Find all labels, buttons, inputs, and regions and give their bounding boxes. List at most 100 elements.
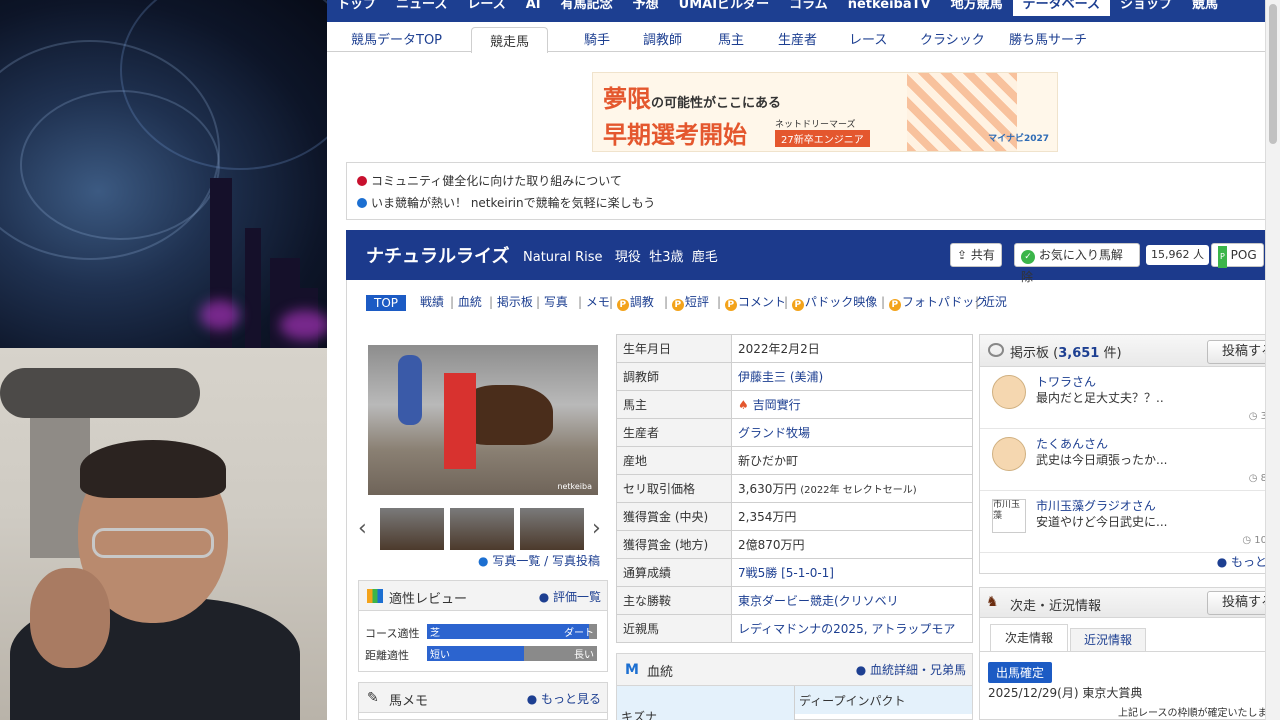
post-user[interactable]: たくあんさん: [1036, 435, 1108, 452]
photo-thumbnail[interactable]: [450, 508, 514, 550]
profile-value[interactable]: 伊藤圭三 (美浦): [731, 362, 973, 391]
tab-recent-info[interactable]: 近況情報: [1070, 628, 1146, 652]
tab-top[interactable]: TOP: [366, 295, 407, 311]
board-post[interactable]: トワラさん最内だと足大丈夫？？..◷ 3分: [980, 367, 1280, 429]
scrollbar-thumb[interactable]: [1269, 4, 1277, 144]
profile-table: 生年月日 2022年2月2日 調教師 伊藤圭三 (美浦) 馬主 ♠ 吉岡實行 生産者 グランド…: [616, 334, 973, 643]
post-message: 武史は今日頑張ったか...: [1036, 453, 1168, 467]
global-nav-item[interactable]: コラム: [779, 0, 838, 16]
global-nav-item[interactable]: AI: [516, 0, 551, 16]
tab-item[interactable]: | 写真: [536, 293, 568, 310]
profile-value[interactable]: 東京ダービー競走(クリソベリ: [731, 586, 973, 615]
photo-thumbnail[interactable]: [380, 508, 444, 550]
distance-left-label: 短い: [430, 650, 450, 661]
memo-more-link[interactable]: ● もっと見る: [527, 690, 601, 707]
tab-label: 近況: [982, 295, 1007, 309]
webcam-feed: [0, 348, 327, 720]
distance-label: 距離適性: [365, 649, 409, 662]
global-nav-item[interactable]: トップ: [327, 0, 386, 16]
profile-value-text[interactable]: グランド牧場: [738, 426, 810, 440]
profile-value-text[interactable]: 吉岡實行: [753, 398, 801, 412]
sub-nav-item[interactable]: レース: [849, 29, 887, 48]
sub-nav-item[interactable]: 競走馬: [471, 27, 549, 53]
global-nav-item[interactable]: 有馬記念: [551, 0, 623, 16]
post-user[interactable]: 市川玉藻グラジオさん: [1036, 497, 1156, 514]
profile-key: 獲得賞金 (地方): [616, 530, 732, 559]
sub-nav-item[interactable]: 馬主: [718, 29, 744, 48]
global-nav-item[interactable]: 地方競馬: [941, 0, 1013, 16]
photo-links-label: 写真一覧 / 写真投稿: [492, 554, 600, 568]
profile-value[interactable]: レディマドンナの2025, アトラップモア: [731, 614, 973, 643]
profile-value[interactable]: 7戦5勝 [5-1-0-1]: [731, 558, 973, 587]
pog-button[interactable]: P POG: [1211, 243, 1264, 268]
global-nav-item[interactable]: ニュース: [386, 0, 457, 16]
course-bar-track: 芝 ダート: [427, 624, 597, 639]
profile-value-text[interactable]: 伊藤圭三 (美浦): [738, 370, 823, 384]
ad-logo: マイナビ2027: [988, 134, 1049, 144]
board-post[interactable]: たくあんさん武史は今日頑張ったか...◷ 8分: [980, 429, 1280, 491]
tab-item[interactable]: | 掲示板: [489, 293, 533, 310]
next-race-note: 上記レースの枠順が確定いたしまし: [1118, 708, 1278, 719]
sub-nav-item[interactable]: 生産者: [778, 29, 817, 48]
photo-links[interactable]: ● 写真一覧 / 写真投稿: [478, 552, 600, 569]
pog-label: POG: [1230, 248, 1257, 262]
distance-right-label: 長い: [574, 650, 594, 661]
sub-nav-item[interactable]: クラシック: [920, 29, 985, 48]
aptitude-link[interactable]: ● 評価一覧: [539, 588, 601, 605]
profile-value-text[interactable]: 東京ダービー競走(クリソベリ: [738, 594, 899, 608]
photo-thumbnail[interactable]: [520, 508, 584, 550]
distance-bar-track: 短い 長い: [427, 646, 597, 661]
profile-value[interactable]: グランド牧場: [731, 418, 973, 447]
tab-item[interactable]: 戦績: [420, 293, 444, 310]
global-nav-item[interactable]: ショップ: [1110, 0, 1182, 16]
tab-item[interactable]: | 近況: [975, 293, 1007, 310]
favorite-toggle-button[interactable]: ✓ お気に入り馬解除: [1014, 243, 1140, 284]
tab-item[interactable]: | P フォトパドック: [881, 293, 986, 311]
profile-value-text[interactable]: レディマドンナの2025, アトラップモア: [738, 622, 955, 636]
course-label: コース適性: [365, 627, 420, 640]
sub-nav-item[interactable]: 勝ち馬サーチ: [1009, 29, 1087, 48]
tab-item[interactable]: | P パドック映像: [784, 293, 877, 311]
tab-item[interactable]: | P コメント: [717, 293, 786, 311]
notice-item[interactable]: コミュニティ健全化に向けた取り組みについて: [357, 172, 622, 189]
profile-row: 生産者 グランド牧場: [616, 418, 973, 447]
scrollbar[interactable]: [1265, 0, 1280, 720]
profile-value-text[interactable]: 7戦5勝 [5-1-0-1]: [738, 566, 834, 580]
tab-item[interactable]: | 血統: [450, 293, 482, 310]
prev-arrow-icon[interactable]: ‹: [358, 516, 367, 541]
ad-headline-2: 早期選考開始: [603, 121, 747, 149]
bloodline-link[interactable]: ● 血統詳細・兄弟馬: [856, 661, 966, 678]
avatar: [992, 375, 1026, 409]
notice-item[interactable]: いま競輪が熱い！ netkeirinで競輪を気軽に楽しもう: [357, 194, 655, 211]
global-nav-item[interactable]: データベース: [1012, 0, 1110, 16]
sire-cell[interactable]: ディープインパクト: [795, 686, 972, 714]
share-button[interactable]: ⇪ 共有: [950, 243, 1002, 267]
profile-value[interactable]: ♠ 吉岡實行: [731, 390, 973, 419]
chart-icon: [367, 589, 383, 603]
profile-value: 2,354万円: [731, 502, 973, 531]
global-nav-item[interactable]: 競馬: [1182, 0, 1228, 16]
next-race-name[interactable]: 2025/12/29(月) 東京大賞典: [988, 684, 1142, 701]
tab-label: 写真: [543, 295, 568, 309]
global-nav-item[interactable]: 予想: [623, 0, 669, 16]
bloodline-row2[interactable]: キズナ: [621, 708, 657, 720]
tab-item[interactable]: | メモ: [578, 293, 610, 310]
tab-item[interactable]: | P 調教: [609, 293, 654, 311]
sub-nav-item[interactable]: 調教師: [643, 29, 682, 48]
tab-item[interactable]: | P 短評: [664, 293, 709, 311]
profile-value-text: 2022年2月2日: [738, 342, 820, 356]
global-nav-item[interactable]: UMAIビルダー: [669, 0, 779, 16]
global-nav-item[interactable]: netkeibaTV: [838, 0, 941, 16]
board-post[interactable]: 市川玉藻市川玉藻グラジオさん安道やけど今日武史に...◷ 10分: [980, 491, 1280, 553]
notice-box: コミュニティ健全化に向けた取り組みについて いま競輪が熱い！ netkeirin…: [346, 162, 1280, 220]
next-arrow-icon[interactable]: ›: [592, 516, 601, 541]
profile-key: セリ取引価格: [616, 474, 732, 503]
horse-photo[interactable]: netkeiba: [368, 345, 598, 495]
sub-nav-item[interactable]: 競馬データTOP: [351, 29, 442, 48]
global-nav-item[interactable]: レース: [457, 0, 515, 16]
post-user[interactable]: トワラさん: [1036, 373, 1096, 390]
favorite-label: お気に入り馬解除: [1021, 248, 1123, 284]
ad-banner[interactable]: 夢限の可能性がここにある 早期選考開始 ネットドリーマーズ 27新卒エンジニア …: [592, 72, 1058, 152]
sub-nav-item[interactable]: 騎手: [584, 29, 610, 48]
tab-next-race[interactable]: 次走情報: [990, 624, 1068, 652]
